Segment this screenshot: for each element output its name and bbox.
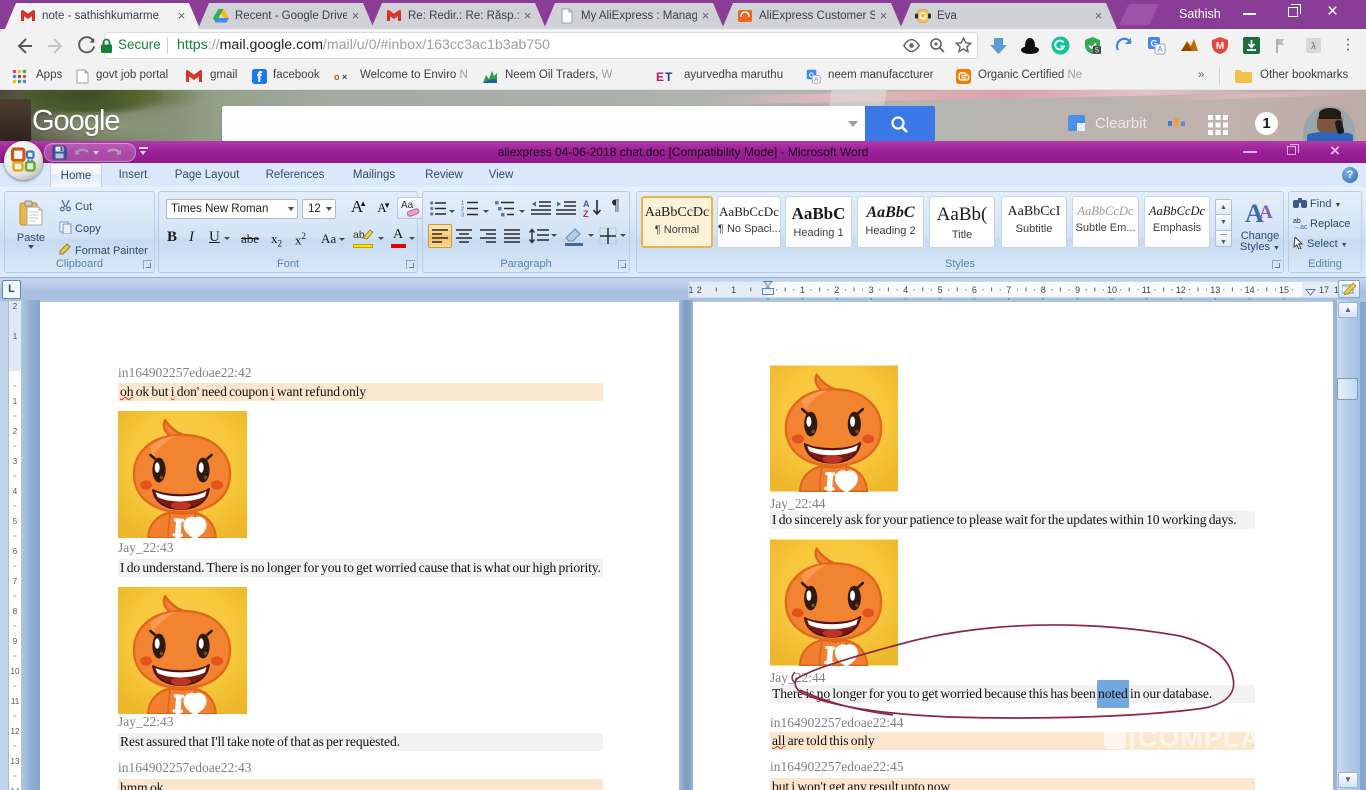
svg-text:7: 7 (1006, 285, 1011, 295)
svg-text:7: 7 (13, 577, 18, 586)
svg-text:5: 5 (937, 285, 942, 295)
svg-text:Z: Z (583, 209, 589, 218)
svg-text:o: o (334, 72, 340, 82)
svg-text:11: 11 (1142, 285, 1151, 295)
svg-text:6: 6 (972, 285, 977, 295)
svg-text:12: 12 (11, 727, 20, 736)
svg-text:A: A (1259, 202, 1273, 223)
svg-text:13: 13 (11, 757, 20, 766)
svg-text:→ac: →ac (1293, 224, 1307, 229)
svg-text:17: 17 (1319, 285, 1329, 295)
svg-text:6: 6 (13, 547, 18, 556)
svg-text:13: 13 (1210, 285, 1220, 295)
svg-text:M: M (1216, 41, 1224, 52)
svg-text:5: 5 (1095, 48, 1099, 55)
svg-text:9: 9 (1075, 285, 1080, 295)
svg-text:1: 1 (13, 397, 18, 406)
svg-text:5: 5 (13, 517, 18, 526)
svg-text:3: 3 (13, 457, 18, 466)
svg-text:T: T (665, 70, 673, 83)
svg-text:2: 2 (13, 302, 18, 311)
svg-text:E: E (656, 70, 664, 83)
svg-text:10: 10 (11, 667, 20, 676)
svg-text:2: 2 (834, 285, 839, 295)
svg-text:1: 1 (13, 332, 18, 341)
svg-text:λ: λ (1311, 41, 1316, 51)
svg-text:A: A (1157, 45, 1163, 54)
svg-text:4: 4 (903, 285, 908, 295)
svg-text:4: 4 (13, 487, 18, 496)
svg-text:3: 3 (461, 213, 464, 218)
svg-text:8: 8 (13, 607, 18, 616)
svg-text:11: 11 (11, 697, 20, 706)
svg-text:×: × (342, 72, 347, 82)
svg-text:A: A (583, 199, 590, 209)
svg-text:12: 12 (1176, 285, 1186, 295)
svg-text:2: 2 (697, 285, 702, 295)
svg-text:1: 1 (800, 285, 805, 295)
svg-text:1: 1 (731, 285, 736, 295)
svg-text:15: 15 (1279, 285, 1289, 295)
svg-text:10: 10 (1107, 285, 1117, 295)
svg-text:3: 3 (869, 285, 874, 295)
svg-text:1: 1 (688, 285, 693, 295)
svg-text:8: 8 (1041, 285, 1046, 295)
svg-text:9: 9 (13, 637, 18, 646)
svg-text:14: 14 (1245, 285, 1255, 295)
svg-text:2: 2 (13, 427, 18, 436)
